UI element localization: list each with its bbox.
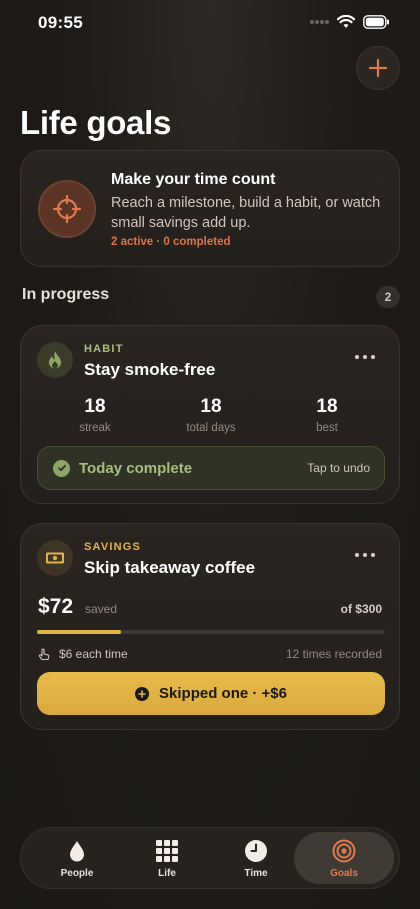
intro-description: Reach a milestone, build a habit, or wat… [111,195,381,231]
wifi-icon [337,15,355,28]
stat-value: 18 [316,396,338,417]
tab-label: People [60,868,94,879]
section-label: In progress [22,286,110,303]
per-time-info: $6 each time [37,647,128,661]
skipped-one-label: Skipped one · +$6 [159,685,287,702]
clock-icon [206,838,306,864]
tap-to-undo-label: Tap to undo [307,461,370,475]
tab-time[interactable]: Time [206,832,306,884]
stat-value: 18 [200,396,222,417]
tab-life[interactable]: Life [117,832,217,884]
per-time-label: $6 each time [59,647,128,661]
more-options-button[interactable] [355,352,377,362]
dot [355,553,359,557]
tab-people[interactable]: People [27,832,127,884]
status-icons [309,15,390,29]
section-count-badge: 2 [376,286,400,308]
battery-icon [363,15,389,29]
plus-icon [368,58,388,78]
tap-hand-icon [38,648,50,661]
tab-label: Life [158,868,176,879]
tab-label: Time [244,868,268,879]
banknote-icon [37,540,73,576]
tab-goals[interactable]: Goals [294,832,394,884]
signal-dots-icon [310,20,329,24]
page-title: Life goals [20,104,172,141]
dot [363,355,367,359]
habit-goal-card[interactable]: HABIT Stay smoke-free 18 streak 18 total… [20,325,400,504]
saved-amount: $72 [38,595,74,618]
plus-circle-icon [135,686,150,701]
stat-value: 18 [84,396,106,417]
goal-name: Stay smoke-free [84,360,216,379]
stat-label: total days [186,422,236,434]
stat-label: best [316,422,338,434]
drop-icon [27,838,127,864]
dot [371,355,375,359]
savings-progress-bar [37,630,385,634]
crosshair-icon [38,180,96,238]
goal-kind-label: SAVINGS [84,541,142,553]
flame-icon [37,342,73,378]
target-amount: of $300 [340,602,382,616]
status-time: 09:55 [38,13,83,32]
dot [371,553,375,557]
status-bar: 09:55 [0,0,420,50]
goal-kind-label: HABIT [84,343,124,355]
dot [363,553,367,557]
habit-stat-streak: 18 streak [45,396,145,434]
add-goal-button[interactable] [356,46,400,90]
more-options-button[interactable] [355,550,377,560]
tab-label: Goals [330,868,358,879]
skipped-one-button[interactable]: Skipped one · +$6 [37,672,385,715]
savings-goal-card[interactable]: SAVINGS Skip takeaway coffee $72 saved o… [20,523,400,730]
habit-stat-total-days: 18 total days [161,396,261,434]
savings-progress-fill [37,630,121,634]
today-complete-button[interactable]: Today complete Tap to undo [37,446,385,490]
intro-card: Make your time count Reach a milestone, … [20,150,400,267]
grid-icon [117,838,217,864]
habit-stat-best: 18 best [277,396,377,434]
stat-label: streak [79,422,111,434]
target-icon [294,838,394,864]
times-recorded: 12 times recorded [285,647,382,661]
goal-name: Skip takeaway coffee [84,558,256,577]
dot [355,355,359,359]
intro-title: Make your time count [111,171,276,188]
check-icon [53,459,70,477]
today-complete-label: Today complete [79,459,193,477]
tab-bar: People Life Time Goals [20,827,400,889]
intro-stats: 2 active · 0 completed [111,236,231,248]
saved-label: saved [85,602,118,616]
